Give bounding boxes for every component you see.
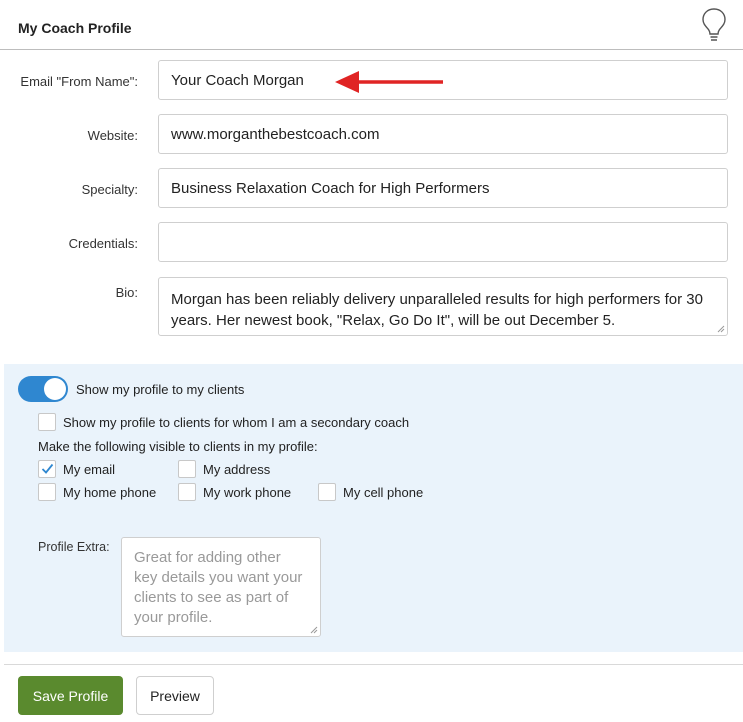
from-name-label: Email "From Name":	[20, 74, 138, 89]
show-profile-toggle[interactable]	[18, 376, 68, 402]
lightbulb-icon[interactable]	[700, 6, 728, 44]
page-title: My Coach Profile	[18, 20, 132, 36]
specialty-input[interactable]: Business Relaxation Coach for High Perfo…	[158, 168, 728, 208]
my-address-checkbox[interactable]	[178, 460, 196, 478]
profile-extra-placeholder: Great for adding other key details you w…	[134, 549, 303, 626]
red-arrow-annotation	[335, 71, 443, 93]
checkmark-icon	[41, 463, 54, 474]
my-work-phone-label: My work phone	[203, 485, 292, 500]
show-profile-label: Show my profile to my clients	[76, 382, 245, 397]
bio-label: Bio:	[115, 285, 138, 300]
my-home-phone-label: My home phone	[63, 485, 157, 500]
my-home-phone-checkbox[interactable]	[38, 483, 56, 501]
visibility-panel	[4, 364, 743, 652]
profile-extra-label: Profile Extra:	[38, 540, 110, 554]
toggle-knob	[44, 378, 66, 400]
save-profile-button[interactable]: Save Profile	[18, 676, 123, 715]
page-header: My Coach Profile	[0, 0, 743, 50]
bio-text: Morgan has been reliably delivery unpara…	[171, 291, 703, 329]
bio-textarea[interactable]: Morgan has been reliably delivery unpara…	[158, 277, 728, 336]
my-cell-phone-checkbox[interactable]	[318, 483, 336, 501]
website-label: Website:	[87, 128, 138, 143]
visible-fields-heading: Make the following visible to clients in…	[38, 439, 318, 454]
my-email-label: My email	[63, 462, 116, 477]
profile-extra-textarea[interactable]: Great for adding other key details you w…	[121, 537, 321, 637]
my-cell-phone-label: My cell phone	[343, 485, 424, 500]
my-email-checkbox[interactable]	[38, 460, 56, 478]
footer-divider	[4, 664, 743, 665]
my-work-phone-checkbox[interactable]	[178, 483, 196, 501]
resize-handle-icon[interactable]	[717, 325, 725, 333]
specialty-label: Specialty:	[81, 182, 138, 197]
credentials-label: Credentials:	[68, 236, 138, 251]
my-address-label: My address	[203, 462, 271, 477]
secondary-coach-checkbox[interactable]	[38, 413, 56, 431]
website-input[interactable]: www.morganthebestcoach.com	[158, 114, 728, 154]
credentials-input[interactable]	[158, 222, 728, 262]
preview-button[interactable]: Preview	[136, 676, 214, 715]
resize-handle-icon[interactable]	[310, 626, 318, 634]
secondary-coach-label: Show my profile to clients for whom I am…	[63, 415, 410, 430]
